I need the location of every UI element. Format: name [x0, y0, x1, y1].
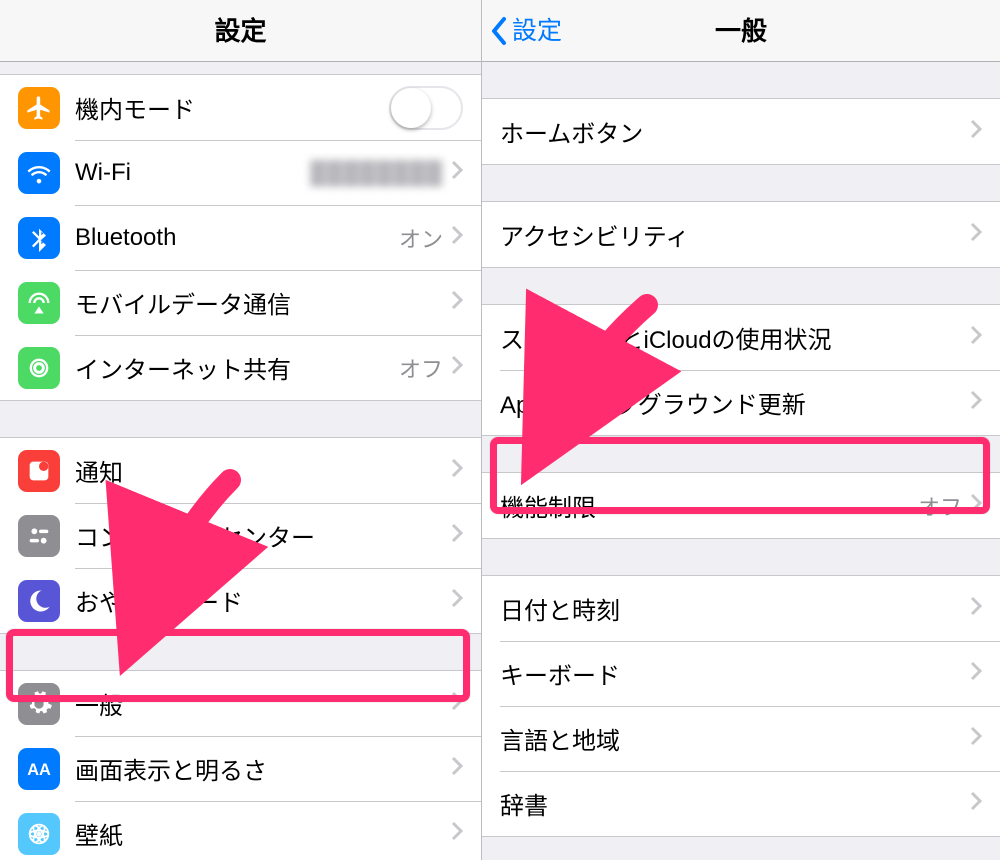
row-wifi[interactable]: Wi-Fi ████████	[0, 140, 481, 205]
row-airplane[interactable]: 機内モード	[0, 75, 481, 140]
row-cellular[interactable]: モバイルデータ通信	[0, 270, 481, 335]
display-icon: AA	[18, 748, 60, 790]
row-bluetooth[interactable]: Bluetooth オン	[0, 205, 481, 270]
wallpaper-icon	[18, 813, 60, 855]
airplane-icon	[18, 87, 60, 129]
general-group-5: 日付と時刻 キーボード 言語と地域 辞書	[482, 575, 1000, 837]
row-hotspot-value: オフ	[399, 352, 443, 384]
general-header: 設定 一般	[482, 0, 1000, 62]
settings-group-notif: 通知 コントロールセンター おやすみモード	[0, 437, 481, 634]
row-display-label: 画面表示と明るさ	[75, 751, 451, 786]
chevron-right-icon	[451, 355, 463, 380]
bluetooth-icon	[18, 217, 60, 259]
chevron-right-icon	[451, 691, 463, 716]
chevron-right-icon	[970, 325, 982, 350]
row-airplane-label: 機内モード	[75, 90, 389, 125]
chevron-right-icon	[970, 661, 982, 686]
row-controlcenter[interactable]: コントロールセンター	[0, 503, 481, 568]
chevron-right-icon	[970, 596, 982, 621]
row-restrictions-value: オフ	[918, 490, 962, 522]
general-panel: 設定 一般 ホームボタン アクセシビリティ ストレージとiCloudの使用状況 …	[481, 0, 1000, 860]
row-storage[interactable]: ストレージとiCloudの使用状況	[482, 305, 1000, 370]
general-group-3: ストレージとiCloudの使用状況 Appのバックグラウンド更新	[482, 304, 1000, 436]
row-dictionary[interactable]: 辞書	[482, 771, 1000, 836]
row-storage-label: ストレージとiCloudの使用状況	[500, 320, 970, 355]
chevron-right-icon	[970, 222, 982, 247]
row-restrictions-label: 機能制限	[500, 488, 918, 523]
chevron-right-icon	[451, 756, 463, 781]
row-notifications-label: 通知	[75, 453, 451, 488]
row-wifi-value: ████████	[310, 160, 443, 186]
row-wallpaper[interactable]: 壁紙	[0, 801, 481, 860]
settings-header: 設定	[0, 0, 481, 62]
row-wifi-label: Wi-Fi	[75, 159, 310, 187]
general-title: 一般	[715, 16, 767, 46]
chevron-right-icon	[451, 588, 463, 613]
row-dnd[interactable]: おやすみモード	[0, 568, 481, 633]
row-dnd-label: おやすみモード	[75, 583, 451, 618]
row-accessibility[interactable]: アクセシビリティ	[482, 202, 1000, 267]
settings-title: 設定	[214, 16, 266, 46]
settings-group-network: 機内モード Wi-Fi ████████ Bluetooth オン モバイルデー…	[0, 74, 481, 401]
chevron-right-icon	[451, 225, 463, 250]
row-dictionary-label: 辞書	[500, 786, 970, 821]
svg-text:AA: AA	[27, 760, 51, 778]
row-wallpaper-label: 壁紙	[75, 816, 451, 851]
row-cellular-label: モバイルデータ通信	[75, 285, 451, 320]
general-group-1: ホームボタン	[482, 98, 1000, 165]
row-homebutton[interactable]: ホームボタン	[482, 99, 1000, 164]
row-bgrefresh-label: Appのバックグラウンド更新	[500, 385, 970, 420]
row-bluetooth-label: Bluetooth	[75, 224, 399, 252]
chevron-right-icon	[970, 493, 982, 518]
row-bgrefresh[interactable]: Appのバックグラウンド更新	[482, 370, 1000, 435]
settings-panel: 設定 機内モード Wi-Fi ████████ Bluetooth オン	[0, 0, 481, 860]
cellular-icon	[18, 282, 60, 324]
row-language[interactable]: 言語と地域	[482, 706, 1000, 771]
row-display[interactable]: AA 画面表示と明るさ	[0, 736, 481, 801]
row-controlcenter-label: コントロールセンター	[75, 518, 451, 553]
general-group-2: アクセシビリティ	[482, 201, 1000, 268]
notifications-icon	[18, 450, 60, 492]
row-language-label: 言語と地域	[500, 721, 970, 756]
gear-icon	[18, 683, 60, 725]
chevron-right-icon	[451, 523, 463, 548]
airplane-toggle[interactable]	[389, 86, 463, 130]
row-bluetooth-value: オン	[399, 222, 443, 254]
row-general[interactable]: 一般	[0, 671, 481, 736]
chevron-right-icon	[451, 290, 463, 315]
row-homebutton-label: ホームボタン	[500, 114, 970, 149]
row-datetime[interactable]: 日付と時刻	[482, 576, 1000, 641]
chevron-right-icon	[970, 119, 982, 144]
row-restrictions[interactable]: 機能制限 オフ	[482, 473, 1000, 538]
row-general-label: 一般	[75, 686, 451, 721]
hotspot-icon	[18, 347, 60, 389]
row-datetime-label: 日付と時刻	[500, 591, 970, 626]
back-label: 設定	[512, 0, 562, 62]
chevron-right-icon	[451, 458, 463, 483]
chevron-right-icon	[451, 821, 463, 846]
chevron-right-icon	[451, 160, 463, 185]
row-keyboard[interactable]: キーボード	[482, 641, 1000, 706]
row-hotspot-label: インターネット共有	[75, 350, 399, 385]
row-hotspot[interactable]: インターネット共有 オフ	[0, 335, 481, 400]
row-accessibility-label: アクセシビリティ	[500, 217, 970, 252]
back-button[interactable]: 設定	[490, 0, 562, 62]
chevron-right-icon	[970, 726, 982, 751]
row-keyboard-label: キーボード	[500, 656, 970, 691]
moon-icon	[18, 580, 60, 622]
chevron-right-icon	[970, 791, 982, 816]
row-notifications[interactable]: 通知	[0, 438, 481, 503]
wifi-icon	[18, 152, 60, 194]
settings-group-general: 一般 AA 画面表示と明るさ 壁紙 サウンドと触覚	[0, 670, 481, 860]
controlcenter-icon	[18, 515, 60, 557]
general-group-4: 機能制限 オフ	[482, 472, 1000, 539]
chevron-right-icon	[970, 390, 982, 415]
